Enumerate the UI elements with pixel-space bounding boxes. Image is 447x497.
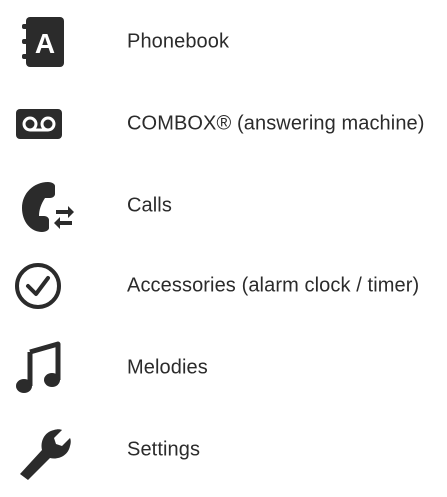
menu-item-label: COMBOX® (answering machine) — [127, 112, 425, 135]
menu-item-label: Phonebook — [127, 30, 230, 53]
menu-item-label: Melodies — [127, 356, 208, 379]
clock-icon — [14, 256, 76, 316]
menu-item-calls[interactable]: Calls — [0, 176, 447, 236]
wrench-icon — [14, 420, 76, 480]
calls-icon — [14, 176, 76, 236]
menu-item-label: Calls — [127, 194, 172, 217]
menu-item-settings[interactable]: Settings — [0, 420, 447, 480]
menu-item-phonebook[interactable]: A Phonebook — [0, 12, 447, 72]
svg-text:A: A — [35, 28, 55, 59]
menu-list: A Phonebook COMBOX® (answering machine) … — [0, 0, 447, 497]
menu-item-melodies[interactable]: Melodies — [0, 338, 447, 398]
menu-item-accessories[interactable]: Accessories (alarm clock / timer) — [0, 256, 447, 316]
voicemail-icon — [14, 94, 76, 154]
music-note-icon — [14, 338, 76, 398]
phonebook-icon: A — [14, 12, 76, 72]
menu-item-combox[interactable]: COMBOX® (answering machine) — [0, 94, 447, 154]
menu-item-label: Settings — [127, 438, 201, 461]
menu-item-label: Accessories (alarm clock / timer) — [127, 274, 420, 297]
